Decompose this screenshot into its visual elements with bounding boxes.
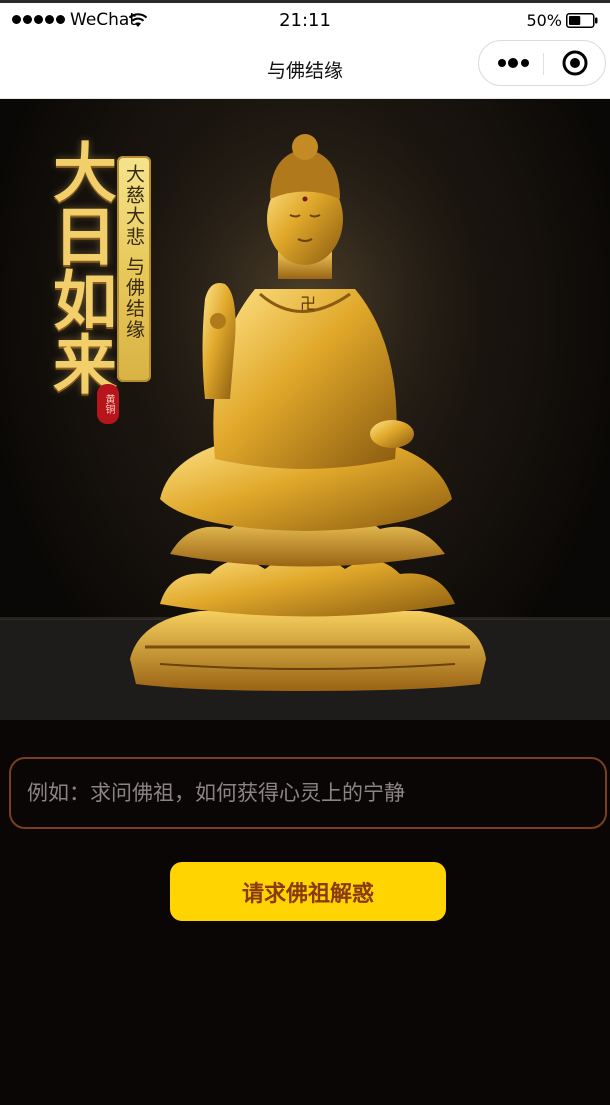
hero-scroll-text: 大慈大悲 与佛结缘 [123, 164, 145, 341]
svg-text:卍: 卍 [300, 294, 316, 313]
capsule-divider [543, 53, 544, 75]
question-box [9, 757, 607, 829]
nav-bar: 与佛结缘 [0, 39, 610, 99]
question-input[interactable] [27, 759, 587, 827]
ask-buddha-button[interactable]: 请求佛祖解惑 [170, 862, 446, 921]
hero-title: 大日如来 [42, 139, 117, 395]
target-circle-icon[interactable] [561, 49, 589, 77]
mini-program-capsule [478, 40, 606, 86]
battery-percent: 50% [526, 11, 562, 30]
app-page: WeChat 21:11 50% 与佛结缘 卍 大日如来 大慈大悲 与佛结缘 黄… [0, 0, 610, 1105]
hero-image: 卍 大日如来 大慈大悲 与佛结缘 黄铜 [0, 99, 610, 720]
red-seal: 黄铜 [97, 384, 119, 424]
hero-scroll-banner: 大慈大悲 与佛结缘 [117, 156, 151, 382]
status-time: 21:11 [279, 10, 331, 31]
status-bar: WeChat 21:11 50% [0, 3, 610, 39]
more-dots-icon[interactable] [497, 55, 533, 71]
battery-icon [566, 13, 598, 28]
